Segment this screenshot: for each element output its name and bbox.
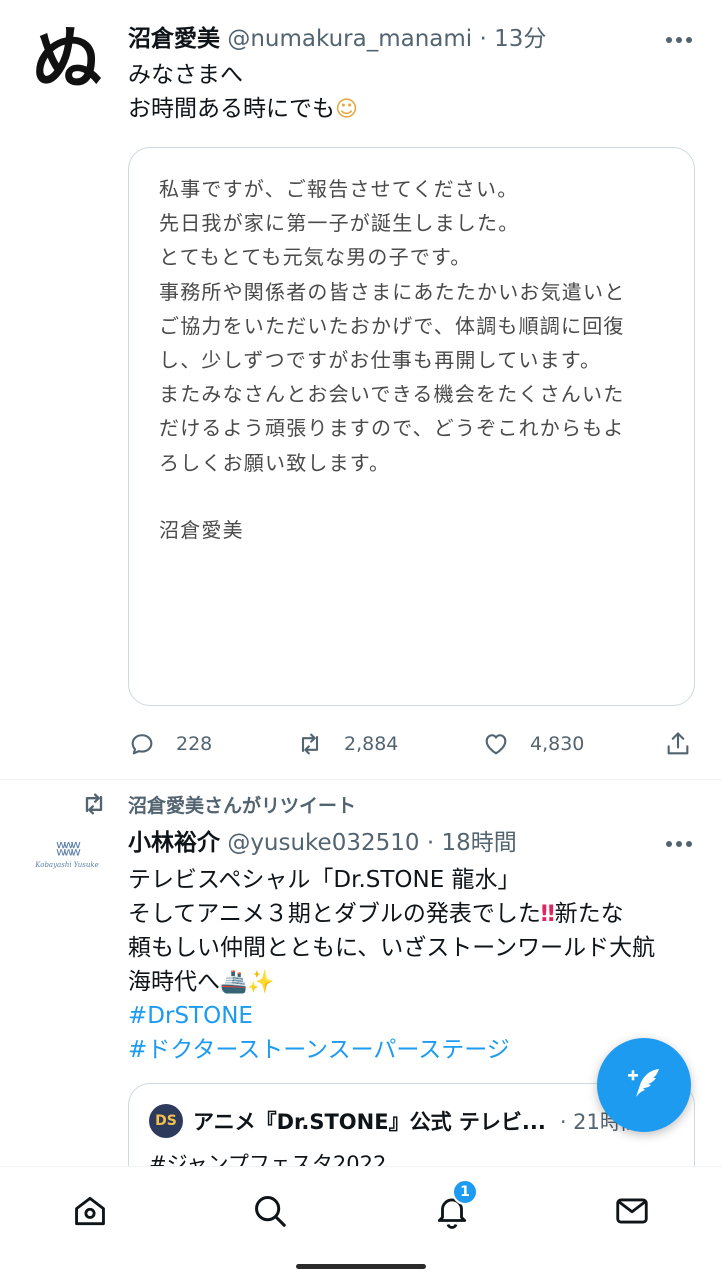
avatar-signature: Kobayashi Yusuke <box>35 860 99 869</box>
smiling-face-emoji: ☺ <box>335 97 358 122</box>
tweet-text: テレビスペシャル「Dr.STONE 龍水」 そしてアニメ３期とダブルの発表でした… <box>128 863 655 1067</box>
tweet-text-line: テレビスペシャル「Dr.STONE 龍水」 <box>128 867 521 893</box>
share-icon <box>667 732 689 755</box>
tweet-text-line: お時間ある時にでも <box>128 96 335 122</box>
retweet-icon <box>85 793 103 815</box>
image-text-line: ご協力をいただいたおかげで、体調も順調に回復 <box>159 313 625 338</box>
separator: · <box>472 26 495 52</box>
image-text-line: 先日我が家に第一子が誕生しました。 <box>159 211 520 236</box>
retweet-button[interactable]: 2,884 <box>296 726 398 762</box>
tweet-text-line: そしてアニメ３期とダブルの発表でした <box>128 901 541 927</box>
avatar-glyph: ぬ <box>32 18 102 100</box>
tab-home[interactable] <box>68 1189 112 1233</box>
like-count: 4,830 <box>530 733 585 755</box>
quoted-avatar: DS <box>149 1104 183 1138</box>
image-text: 私事ですが、ご報告させてください。 先日我が家に第一子が誕生しました。 とてもと… <box>159 172 625 480</box>
tweet-text-line: 新たな <box>554 901 624 927</box>
avatar-logo: ʬʬʬ <box>56 835 81 860</box>
home-icon <box>75 1196 105 1226</box>
avatar[interactable]: ぬ <box>26 18 108 100</box>
quoted-tweet-header: DS アニメ『Dr.STONE』公式 テレビ... · 21時間 <box>149 1104 642 1138</box>
reply-button[interactable]: 228 <box>128 726 212 762</box>
compose-tweet-button[interactable] <box>597 1038 691 1132</box>
image-text-line: 私事ですが、ご報告させてください。 <box>159 177 519 201</box>
more-icon[interactable] <box>666 840 692 848</box>
attached-image[interactable]: 私事ですが、ご報告させてください。 先日我が家に第一子が誕生しました。 とてもと… <box>128 147 695 706</box>
retweet-label: 沼倉愛美さんがリツイート <box>128 794 357 817</box>
image-signature: 沼倉愛美 <box>159 518 244 542</box>
tweet-text-line: みなさまへ <box>128 62 243 88</box>
tweet-text-line: 海時代へ <box>128 969 220 995</box>
bottom-navigation: 1 <box>0 1166 722 1254</box>
image-text-line: またみなさんとお会いできる機会をたくさんいた <box>159 382 625 407</box>
ship-sparkles-emoji: 🚢✨ <box>220 970 275 995</box>
compose-feather-icon <box>628 1069 659 1097</box>
reply-icon <box>131 734 153 755</box>
share-button[interactable] <box>664 726 692 762</box>
hashtag-link[interactable]: #ドクターストーンスーパーステージ <box>128 1033 655 1067</box>
hashtag-link[interactable]: #DrSTONE <box>128 999 655 1033</box>
more-icon[interactable] <box>666 36 692 44</box>
tab-notifications[interactable]: 1 <box>430 1179 478 1233</box>
handle[interactable]: @numakura_manami <box>227 26 472 52</box>
tweet-header: 小林裕介 @yusuke032510 · 18時間 <box>128 828 517 858</box>
retweet-count: 2,884 <box>344 733 399 755</box>
retweet-icon <box>301 733 319 755</box>
search-icon <box>255 1196 286 1227</box>
heart-icon <box>485 734 507 755</box>
tweet-actions: 228 2,884 4,830 <box>128 726 698 762</box>
separator: · <box>419 830 442 856</box>
image-text-line: ろしくお願い致します。 <box>159 450 391 475</box>
handle[interactable]: @yusuke032510 <box>227 830 419 856</box>
timestamp[interactable]: 13分 <box>494 26 546 52</box>
tweet-numakura[interactable]: ぬ 沼倉愛美 @numakura_manami · 13分 みなさまへ お時間あ… <box>0 0 722 780</box>
display-name[interactable]: 沼倉愛美 <box>128 26 220 52</box>
avatar[interactable]: ʬʬʬ Kobayashi Yusuke <box>26 812 108 894</box>
tweet-text: みなさまへ お時間ある時にでも☺ <box>128 58 358 126</box>
tab-messages[interactable] <box>610 1189 654 1233</box>
gesture-bar[interactable] <box>296 1264 426 1269</box>
image-text-line: だけるよう頑張りますので、どうぞこれからもよ <box>159 416 625 441</box>
reply-count: 228 <box>176 733 213 755</box>
image-text-line: し、少しずつですがお仕事も再開しています。 <box>159 348 602 373</box>
mail-icon <box>616 1198 648 1224</box>
tweet-header: 沼倉愛美 @numakura_manami · 13分 <box>128 24 546 54</box>
retweet-context[interactable]: 沼倉愛美さんがリツイート <box>80 790 356 818</box>
image-text-line: 事務所や関係者の皆さまにあたたかいお気遣いと <box>159 279 626 304</box>
notification-badge: 1 <box>452 1179 478 1205</box>
display-name[interactable]: 小林裕介 <box>128 830 220 856</box>
tab-search[interactable] <box>248 1189 292 1233</box>
timestamp[interactable]: 18時間 <box>441 830 516 856</box>
quoted-display-name: アニメ『Dr.STONE』公式 テレビ... <box>193 1110 546 1134</box>
like-button[interactable]: 4,830 <box>482 726 584 762</box>
tweet-text-line: 頼もしい仲間とともに、いざストーンワールド大航 <box>128 935 656 961</box>
double-exclamation-emoji: ‼ <box>540 902 555 927</box>
image-text-line: とてもとても元気な男の子です。 <box>159 245 472 270</box>
